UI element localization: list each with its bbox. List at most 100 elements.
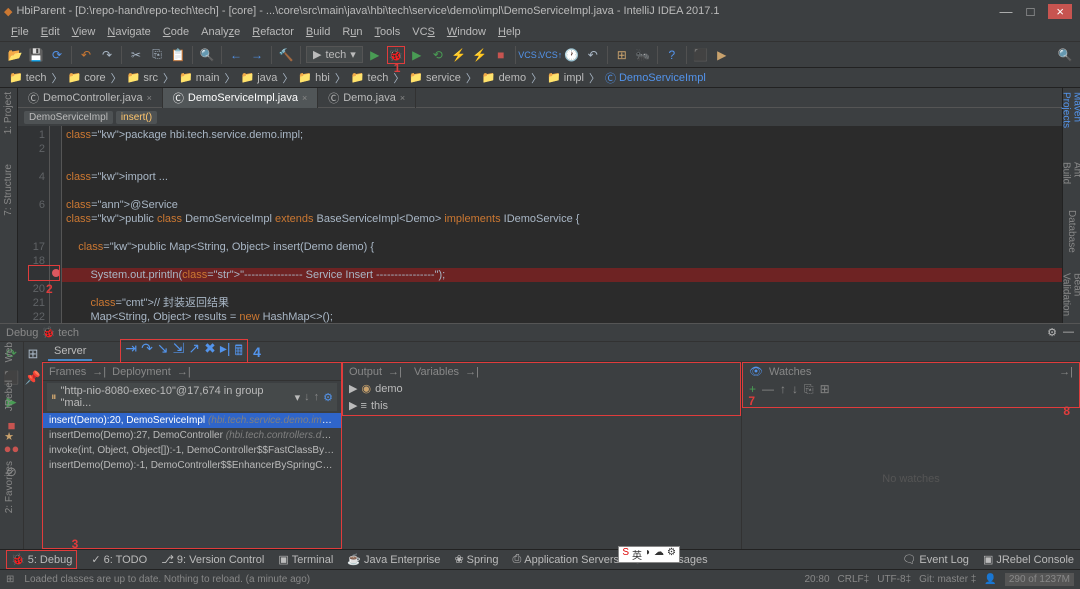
step-into-icon[interactable]: ↘ bbox=[157, 340, 169, 364]
vcs-update-icon[interactable]: VCS↓ bbox=[521, 46, 539, 64]
menu-edit[interactable]: Edit bbox=[36, 25, 65, 39]
force-step-into-icon[interactable]: ⇲ bbox=[173, 340, 185, 364]
var-this[interactable]: ▶ ≡ this bbox=[343, 397, 740, 414]
menu-analyze[interactable]: Analyze bbox=[196, 25, 245, 39]
web-tool-button[interactable]: Web bbox=[4, 342, 15, 362]
remove-watch-icon[interactable]: — bbox=[762, 382, 774, 405]
javaee-tab-button[interactable]: ☕ Java Enterprise bbox=[347, 553, 440, 566]
run-config-selector[interactable]: ▶ tech ▾ bbox=[306, 46, 363, 63]
git-branch[interactable]: Git: master ‡ bbox=[919, 574, 976, 585]
up-watch-icon[interactable]: ↑ bbox=[780, 382, 786, 405]
pin-icon[interactable]: 📌 bbox=[25, 370, 41, 386]
favorites-tool-button[interactable]: 2: Favorites bbox=[4, 461, 15, 513]
down-watch-icon[interactable]: ↓ bbox=[792, 382, 798, 405]
save-icon[interactable]: 💾 bbox=[27, 46, 45, 64]
revert-icon[interactable]: ↶ bbox=[584, 46, 602, 64]
help-icon[interactable]: ? bbox=[663, 46, 681, 64]
paste-icon[interactable]: 📋 bbox=[169, 46, 187, 64]
jrebel-exec-icon[interactable]: ▶ bbox=[713, 46, 731, 64]
structure-icon[interactable]: ⊞ bbox=[613, 46, 631, 64]
var-demo[interactable]: ▶ ◉ demo bbox=[343, 380, 740, 397]
back-icon[interactable]: ← bbox=[227, 46, 245, 64]
close-icon[interactable]: × bbox=[147, 93, 152, 103]
jrebel-run-icon[interactable]: ⚡ bbox=[450, 46, 468, 64]
run-icon[interactable]: ▶ bbox=[366, 46, 384, 64]
copy-watch-icon[interactable]: ⎘ bbox=[804, 382, 814, 405]
menu-tools[interactable]: Tools bbox=[370, 25, 406, 39]
code-content[interactable]: class="kw">package hbi.tech.service.demo… bbox=[62, 126, 1062, 323]
line-separator[interactable]: CRLF‡ bbox=[838, 574, 870, 585]
add-watch-icon[interactable]: + bbox=[749, 382, 756, 405]
crumb-tech2[interactable]: 📁 tech bbox=[348, 71, 392, 84]
menu-build[interactable]: Build bbox=[301, 25, 335, 39]
crumb-src[interactable]: 📁 src bbox=[124, 71, 161, 84]
settings-icon[interactable]: ⚙ bbox=[1047, 326, 1057, 339]
crumb-main[interactable]: 📁 main bbox=[176, 71, 223, 84]
output-header[interactable]: Output bbox=[349, 366, 382, 378]
evaluate-icon[interactable]: 🖩 bbox=[234, 340, 242, 364]
menu-help[interactable]: Help bbox=[493, 25, 526, 39]
layout-icon[interactable]: ⊞ bbox=[28, 346, 39, 362]
stop-icon[interactable]: ■ bbox=[492, 46, 510, 64]
step-out-icon[interactable]: ↗ bbox=[188, 340, 200, 364]
code-editor[interactable]: 12 4 6 1718 2021222324252627 2 class="kw… bbox=[18, 126, 1062, 323]
star-icon[interactable]: ★ bbox=[4, 430, 14, 443]
input-method-indicator[interactable]: S英◗☁⚙ bbox=[618, 546, 680, 563]
find-icon[interactable]: 🔍 bbox=[198, 46, 216, 64]
crumb-java[interactable]: 📁 java bbox=[238, 71, 281, 84]
show-exec-point-icon[interactable]: ⇥ bbox=[125, 340, 137, 364]
variables-header[interactable]: Variables bbox=[414, 366, 459, 378]
menu-code[interactable]: Code bbox=[158, 25, 194, 39]
debug-tab-button[interactable]: 🐞 5: Debug3 bbox=[6, 550, 77, 569]
crumb-impl[interactable]: 📁 impl bbox=[544, 71, 587, 84]
search-everywhere-icon[interactable]: 🔍 bbox=[1056, 46, 1074, 64]
server-tab[interactable]: Server bbox=[48, 343, 92, 361]
refresh-icon[interactable]: ⟳ bbox=[48, 46, 66, 64]
open-icon[interactable]: 📂 bbox=[6, 46, 24, 64]
new-class-icon[interactable]: ⊞ bbox=[820, 382, 830, 405]
bread-method[interactable]: insert() bbox=[116, 111, 157, 124]
crumb-core[interactable]: 📁 core bbox=[65, 71, 109, 84]
structure-tool-button[interactable]: 7: Structure bbox=[3, 164, 14, 216]
run-to-cursor-icon[interactable]: ▸| bbox=[220, 340, 231, 364]
crumb-file[interactable]: Ⓒ DemoServiceImpl bbox=[602, 70, 709, 86]
terminal-tab-button[interactable]: ▣ Terminal bbox=[278, 553, 333, 566]
minimize-button[interactable]: — bbox=[1000, 4, 1013, 19]
history-icon[interactable]: 🕐 bbox=[563, 46, 581, 64]
menu-refactor[interactable]: Refactor bbox=[247, 25, 299, 39]
build-icon[interactable]: 🔨 bbox=[277, 46, 295, 64]
maven-tool-button[interactable]: Maven Projects bbox=[1061, 92, 1080, 142]
forward-icon[interactable]: → bbox=[248, 46, 266, 64]
cut-icon[interactable]: ✂ bbox=[127, 46, 145, 64]
maximize-button[interactable]: □ bbox=[1027, 4, 1035, 19]
frames-header[interactable]: Frames bbox=[49, 366, 86, 378]
close-icon[interactable]: × bbox=[400, 93, 405, 103]
crumb-tech[interactable]: 📁 tech bbox=[6, 71, 50, 84]
vcs-commit-icon[interactable]: VCS↑ bbox=[542, 46, 560, 64]
memory-indicator[interactable]: 290 of 1237M bbox=[1005, 573, 1074, 586]
bread-class[interactable]: DemoServiceImpl bbox=[24, 111, 113, 124]
inspector-icon[interactable]: 👤 bbox=[984, 574, 996, 585]
vcs-tab-button[interactable]: ⎇ 9: Version Control bbox=[161, 553, 264, 566]
crumb-service[interactable]: 📁 service bbox=[406, 71, 464, 84]
step-over-icon[interactable]: ↷ bbox=[141, 340, 153, 364]
rerun-icon[interactable]: ⟲ bbox=[429, 46, 447, 64]
menu-file[interactable]: File bbox=[6, 25, 34, 39]
ant-icon[interactable]: 🐜 bbox=[634, 46, 652, 64]
project-tool-button[interactable]: 1: Project bbox=[3, 92, 14, 134]
tab-democontroller[interactable]: Ⓒ DemoController.java× bbox=[18, 88, 163, 108]
menu-window[interactable]: Window bbox=[442, 25, 491, 39]
todo-tab-button[interactable]: ✓ 6: TODO bbox=[91, 553, 147, 566]
deployment-header[interactable]: Deployment bbox=[112, 366, 171, 378]
spring-tab-button[interactable]: ❀ Spring bbox=[454, 553, 498, 566]
copy-icon[interactable]: ⎘ bbox=[148, 46, 166, 64]
database-tool-button[interactable]: Database bbox=[1066, 210, 1077, 253]
jrebel-icon[interactable]: ⬛ bbox=[692, 46, 710, 64]
encoding[interactable]: UTF-8‡ bbox=[877, 574, 911, 585]
jrebel-tool-button[interactable]: JRebel bbox=[4, 380, 15, 411]
eventlog-button[interactable]: 🗨 Event Log bbox=[902, 553, 969, 566]
toggle-tools-icon[interactable]: ⊞ bbox=[6, 574, 14, 585]
minimize-icon[interactable]: — bbox=[1063, 326, 1074, 339]
menu-view[interactable]: View bbox=[67, 25, 101, 39]
crumb-demo[interactable]: 📁 demo bbox=[479, 71, 529, 84]
